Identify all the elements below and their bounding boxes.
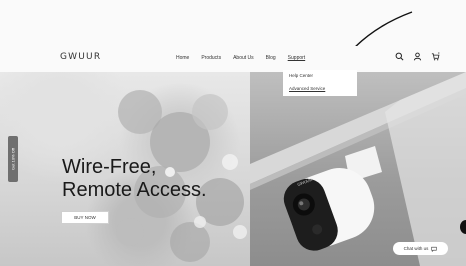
nav-home[interactable]: Home: [176, 55, 189, 61]
site-header: GWUUR Home Products About Us Blog Suppor…: [0, 46, 466, 72]
side-tab-label: Get 10% Off: [10, 148, 16, 170]
chat-label: Chat with us: [403, 246, 429, 251]
hero-headline-line1: Wire-Free,: [62, 156, 157, 178]
chat-button[interactable]: Chat with us: [393, 242, 448, 255]
hero-headline-line2: Remote Access.: [62, 179, 207, 201]
nav-support[interactable]: Support: [288, 55, 306, 61]
cart-count: 0: [438, 52, 440, 55]
header-icons: 0: [395, 52, 440, 61]
hero-image-right: GWUUR: [250, 72, 466, 266]
dropdown-advanced-service[interactable]: Advanced Service: [289, 86, 325, 91]
brand-logo[interactable]: GWUUR: [60, 52, 101, 62]
hero-headline: Wire-Free, Remote Access.: [62, 156, 207, 202]
cart-icon[interactable]: 0: [431, 52, 440, 61]
user-icon[interactable]: [413, 52, 422, 61]
search-icon[interactable]: [395, 52, 404, 61]
nav-blog[interactable]: Blog: [266, 55, 276, 61]
main-nav: Home Products About Us Blog Support: [176, 55, 305, 61]
support-dropdown: Help Center Advanced Service: [283, 70, 357, 96]
camera-scene: GWUUR: [250, 72, 466, 266]
floating-action-circle[interactable]: [460, 220, 466, 234]
chat-icon: [431, 246, 438, 252]
discount-side-tab[interactable]: Get 10% Off: [8, 136, 18, 182]
buy-now-button[interactable]: BUY NOW: [61, 211, 109, 224]
nav-about-us[interactable]: About Us: [233, 55, 254, 61]
nav-products[interactable]: Products: [201, 55, 221, 61]
dropdown-help-center[interactable]: Help Center: [289, 73, 313, 78]
